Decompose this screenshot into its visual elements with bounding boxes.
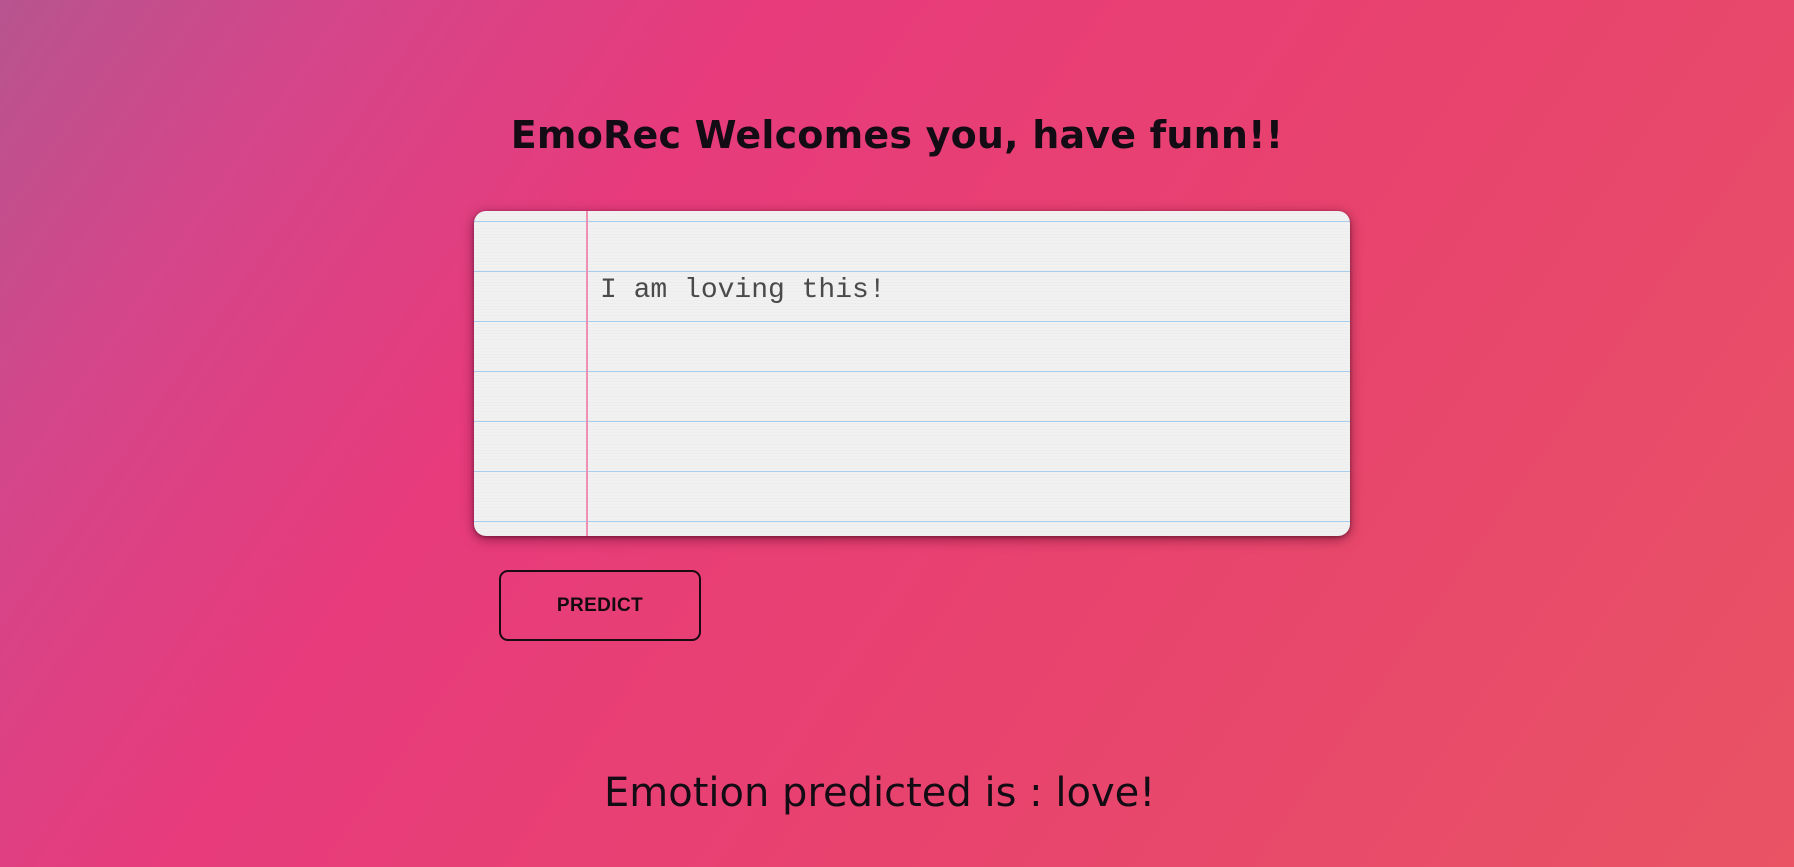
emotion-text-input[interactable]	[600, 271, 1320, 311]
prediction-result: Emotion predicted is : love!	[604, 770, 1156, 816]
notepad-margin-line	[586, 211, 588, 536]
predict-button[interactable]: PREDICT	[499, 570, 701, 641]
notepad-textarea-container[interactable]	[474, 211, 1350, 536]
page-title: EmoRec Welcomes you, have funn!!	[510, 113, 1284, 158]
